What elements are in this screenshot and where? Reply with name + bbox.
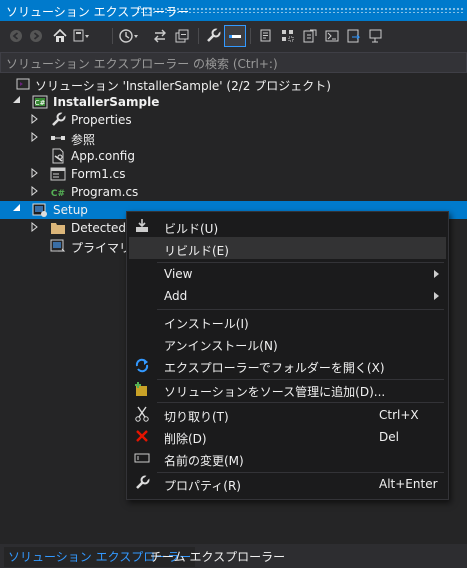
source-control-icon <box>134 381 150 397</box>
rebuild-label: リビルド(E) <box>164 244 229 258</box>
form1-label: Form1.cs <box>71 167 126 181</box>
submenu-arrow-icon <box>434 290 440 304</box>
refresh-icon[interactable] <box>300 26 320 46</box>
menu-item-install[interactable]: インストール(I) <box>129 310 446 332</box>
folder-icon <box>50 220 66 236</box>
switch-views-icon[interactable] <box>72 26 92 46</box>
properties-menu-label: プロパティ(R) <box>164 479 241 493</box>
project-label: InstallerSample <box>53 95 160 109</box>
forward-icon[interactable] <box>26 26 46 46</box>
view-label: View <box>164 267 193 281</box>
preview-icon[interactable] <box>224 25 246 47</box>
tab-team-explorer[interactable]: チーム エクスプローラー <box>146 547 289 567</box>
tree-item-solution[interactable]: ソリューション 'InstallerSample' (2/2 プロジェクト) <box>0 75 467 93</box>
toolbar <box>0 21 467 52</box>
properties-shortcut: Alt+Enter <box>379 477 438 491</box>
view-designer-icon[interactable] <box>344 26 364 46</box>
build-label: ビルド(U) <box>164 222 219 236</box>
expanded-arrow-icon[interactable] <box>12 95 22 110</box>
cut-label: 切り取り(T) <box>164 410 229 424</box>
pending-changes-icon[interactable] <box>256 26 276 46</box>
menu-item-add-source-control[interactable]: ソリューションをソース管理に追加(D)... <box>129 378 446 400</box>
menu-item-add[interactable]: Add <box>129 284 446 306</box>
add-label: Add <box>164 289 188 303</box>
expanded-arrow-icon[interactable] <box>12 203 22 218</box>
config-file-icon <box>50 148 66 164</box>
menu-item-uninstall[interactable]: アンインストール(N) <box>129 332 446 354</box>
delete-label: 削除(D) <box>164 432 207 446</box>
collapsed-arrow-icon[interactable] <box>30 131 40 146</box>
menu-item-rebuild[interactable]: リビルド(E) <box>129 237 446 259</box>
tree-item-form1[interactable]: Form1.cs <box>0 165 467 183</box>
primary-output-icon <box>50 238 66 254</box>
menu-item-rename[interactable]: 名前の変更(M) <box>129 447 446 469</box>
add-source-control-label: ソリューションをソース管理に追加(D)... <box>164 385 386 399</box>
tree-item-program[interactable]: C# Program.cs <box>0 183 467 201</box>
wrench-icon <box>134 475 150 491</box>
delete-x-icon <box>134 428 150 444</box>
setup-project-icon <box>32 202 48 218</box>
context-menu: ビルド(U) リビルド(E) View Add インストール(I) アンインスト… <box>126 211 449 500</box>
back-icon[interactable] <box>6 26 26 46</box>
program-label: Program.cs <box>71 185 139 199</box>
tree-item-references[interactable]: 参照 <box>0 129 467 147</box>
csharp-file-icon: C# <box>50 184 66 200</box>
collapsed-arrow-icon[interactable] <box>30 185 40 200</box>
form-icon <box>50 166 66 182</box>
menu-item-properties[interactable]: プロパティ(R) Alt+Enter <box>129 472 446 494</box>
wrench-icon <box>50 112 66 128</box>
svg-text:C#: C# <box>35 99 46 107</box>
menu-item-view[interactable]: View <box>129 262 446 284</box>
sync-icon[interactable] <box>150 26 170 46</box>
build-icon <box>134 218 150 234</box>
submenu-arrow-icon <box>434 268 440 282</box>
search-input[interactable]: ソリューション エクスプローラー の検索 (Ctrl+:) <box>0 52 467 73</box>
properties-label: Properties <box>71 113 132 127</box>
tree-item-project[interactable]: C# InstallerSample <box>0 93 467 111</box>
solution-label: ソリューション 'InstallerSample' (2/2 プロジェクト) <box>35 79 331 93</box>
cut-shortcut: Ctrl+X <box>379 408 419 422</box>
view-code-icon[interactable] <box>322 26 342 46</box>
toolbar-separator <box>112 28 113 44</box>
menu-item-build[interactable]: ビルド(U) <box>129 215 446 237</box>
solution-icon <box>15 76 31 92</box>
svg-text:C#: C# <box>51 189 65 199</box>
delete-shortcut: Del <box>379 430 399 444</box>
home-icon[interactable] <box>50 26 70 46</box>
app-config-label: App.config <box>71 149 135 163</box>
references-icon <box>50 130 66 146</box>
collapsed-arrow-icon[interactable] <box>30 221 40 236</box>
menu-item-cut[interactable]: 切り取り(T) Ctrl+X <box>129 403 446 425</box>
setup-label: Setup <box>53 203 88 217</box>
properties-icon[interactable] <box>203 26 223 46</box>
file-system-icon[interactable] <box>366 26 386 46</box>
scissors-icon <box>134 406 150 422</box>
tree-item-properties[interactable]: Properties <box>0 111 467 129</box>
collapsed-arrow-icon[interactable] <box>30 113 40 128</box>
search-placeholder: ソリューション エクスプローラー の検索 (Ctrl+:) <box>6 57 278 71</box>
install-label: インストール(I) <box>164 317 249 331</box>
toolbar-separator <box>198 28 199 44</box>
toolbar-separator <box>250 28 251 44</box>
collapsed-arrow-icon[interactable] <box>30 167 40 182</box>
uninstall-label: アンインストール(N) <box>164 339 278 353</box>
title-grip <box>136 7 463 13</box>
csharp-project-icon: C# <box>32 94 48 110</box>
history-icon[interactable] <box>118 26 138 46</box>
show-all-files-icon[interactable] <box>278 26 298 46</box>
rename-label: 名前の変更(M) <box>164 454 244 468</box>
refresh-arrow-icon <box>134 357 150 373</box>
tree-item-app-config[interactable]: App.config <box>0 147 467 165</box>
menu-item-delete[interactable]: 削除(D) Del <box>129 425 446 447</box>
references-label: 参照 <box>71 133 96 147</box>
rename-icon <box>134 450 150 466</box>
tool-window-title-bar[interactable]: ソリューション エクスプローラー <box>0 0 467 21</box>
menu-item-open-folder[interactable]: エクスプローラーでフォルダーを開く(X) <box>129 354 446 376</box>
bottom-tab-strip: ソリューション エクスプローラー チーム エクスプローラー <box>0 544 467 568</box>
collapse-all-icon[interactable] <box>172 26 192 46</box>
open-folder-label: エクスプローラーでフォルダーを開く(X) <box>164 361 385 375</box>
